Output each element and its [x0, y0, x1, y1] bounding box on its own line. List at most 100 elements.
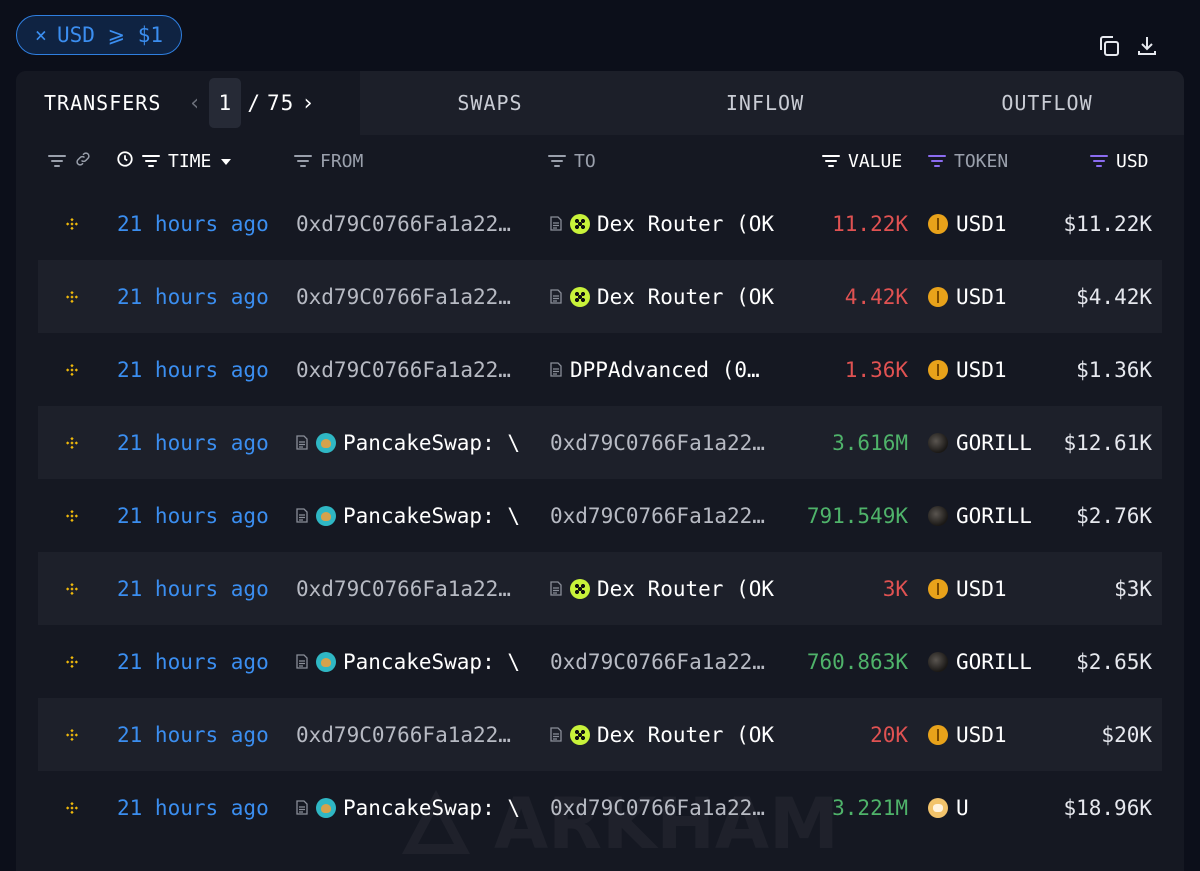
- bnb-chain-icon: [62, 260, 82, 333]
- sort-desc-icon[interactable]: [219, 151, 233, 172]
- from-entity[interactable]: PancakeSwap: \: [343, 796, 520, 820]
- token-cell[interactable]: U: [928, 771, 1040, 844]
- to-address[interactable]: 0xd79C0766Fa1a22…: [550, 504, 765, 528]
- to-entity[interactable]: Dex Router (OK: [597, 723, 774, 747]
- transfers-panel: TRANSFERS ‹ 1 / 75 › SWAPS INFLOW OUTFLO…: [16, 71, 1184, 871]
- usd-cell: $3K: [1114, 576, 1152, 601]
- filter-icon[interactable]: [548, 155, 566, 167]
- usd1-token-icon: [928, 286, 948, 307]
- from-address[interactable]: 0xd79C0766Fa1a22…: [296, 358, 511, 382]
- from-address[interactable]: 0xd79C0766Fa1a22…: [296, 723, 511, 747]
- table-row[interactable]: 21 hours ago 0xd79C0766Fa1a22… Dex Router …: [38, 187, 1162, 260]
- table-row[interactable]: 21 hours ago PancakeSwap: \ 0xd79C0766Fa1a…: [38, 771, 1162, 844]
- table-row[interactable]: 21 hours ago 0xd79C0766Fa1a22… Dex Router …: [38, 552, 1162, 625]
- token-cell[interactable]: GORILL: [928, 479, 1040, 552]
- table-row[interactable]: 21 hours ago PancakeSwap: \ 0xd79C0766Fa1a…: [38, 479, 1162, 552]
- from-entity[interactable]: PancakeSwap: \: [343, 504, 520, 528]
- copy-icon[interactable]: [1096, 33, 1122, 59]
- filter-icon[interactable]: [48, 155, 66, 167]
- token-name: GORILL: [956, 430, 1032, 455]
- time-link[interactable]: 21 hours ago: [117, 625, 269, 698]
- gorilla-token-icon: [928, 432, 948, 453]
- time-link[interactable]: 21 hours ago: [117, 406, 269, 479]
- clock-icon: [116, 150, 134, 173]
- time-link[interactable]: 21 hours ago: [117, 552, 269, 625]
- filter-icon[interactable]: [822, 155, 840, 167]
- to-entity[interactable]: Dex Router (OK: [597, 285, 774, 309]
- to-entity[interactable]: Dex Router (OK: [597, 212, 774, 236]
- tab-outflow[interactable]: OUTFLOW: [910, 71, 1184, 135]
- to-entity[interactable]: Dex Router (OK: [597, 577, 774, 601]
- filter-icon[interactable]: [294, 155, 312, 167]
- from-cell: 0xd79C0766Fa1a22…: [296, 552, 528, 625]
- value-cell: 3.616M: [832, 430, 908, 455]
- tab-inflow[interactable]: INFLOW: [620, 71, 910, 135]
- to-address[interactable]: 0xd79C0766Fa1a22…: [550, 431, 765, 455]
- from-entity[interactable]: PancakeSwap: \: [343, 650, 520, 674]
- to-address[interactable]: 0xd79C0766Fa1a22…: [550, 796, 765, 820]
- filter-active-icon[interactable]: [928, 155, 946, 167]
- from-address[interactable]: 0xd79C0766Fa1a22…: [296, 212, 511, 236]
- usd1-token-icon: [928, 578, 948, 599]
- table-row[interactable]: 21 hours ago 0xd79C0766Fa1a22… Dex Router …: [38, 260, 1162, 333]
- token-cell[interactable]: USD1: [928, 333, 1040, 406]
- from-entity[interactable]: PancakeSwap: \: [343, 431, 520, 455]
- tab-transfers[interactable]: TRANSFERS ‹ 1 / 75 ›: [16, 71, 360, 135]
- from-address[interactable]: 0xd79C0766Fa1a22…: [296, 285, 511, 309]
- okx-logo-icon: [570, 213, 590, 234]
- table-row[interactable]: 21 hours ago 0xd79C0766Fa1a22… DPPAdvanced…: [38, 333, 1162, 406]
- contract-icon: [296, 508, 308, 523]
- usd-cell: $2.76K: [1076, 503, 1152, 528]
- contract-icon: [550, 581, 562, 596]
- time-link[interactable]: 21 hours ago: [117, 479, 269, 552]
- chevron-left-icon[interactable]: ‹: [187, 91, 203, 116]
- link-icon[interactable]: [74, 150, 92, 173]
- token-cell[interactable]: USD1: [928, 552, 1040, 625]
- from-cell: PancakeSwap: \: [296, 406, 528, 479]
- time-column-header[interactable]: TIME: [116, 135, 233, 187]
- pancakeswap-logo-icon: [316, 797, 336, 818]
- chevron-right-icon[interactable]: ›: [300, 91, 316, 116]
- table-row[interactable]: 21 hours ago 0xd79C0766Fa1a22… Dex Router …: [38, 698, 1162, 771]
- time-link[interactable]: 21 hours ago: [117, 698, 269, 771]
- value-column-header[interactable]: VALUE: [822, 135, 902, 187]
- token-cell[interactable]: USD1: [928, 187, 1040, 260]
- time-link[interactable]: 21 hours ago: [117, 260, 269, 333]
- from-cell: 0xd79C0766Fa1a22…: [296, 698, 528, 771]
- filter-icon[interactable]: [142, 155, 160, 167]
- token-cell[interactable]: USD1: [928, 698, 1040, 771]
- contract-icon: [550, 216, 562, 231]
- table-row[interactable]: 21 hours ago PancakeSwap: \ 0xd79C0766Fa1a…: [38, 625, 1162, 698]
- token-cell[interactable]: GORILL: [928, 406, 1040, 479]
- from-cell: PancakeSwap: \: [296, 625, 528, 698]
- close-icon[interactable]: ×: [35, 23, 47, 47]
- token-cell[interactable]: USD1: [928, 260, 1040, 333]
- chain-filter-header[interactable]: [48, 135, 92, 187]
- table-header: TIME FROM TO VALUE TOKEN USD: [16, 135, 1184, 187]
- usd-filter-chip[interactable]: × USD ⩾ $1: [16, 15, 182, 55]
- usd-cell: $20K: [1101, 722, 1152, 747]
- token-cell[interactable]: GORILL: [928, 625, 1040, 698]
- time-link[interactable]: 21 hours ago: [117, 333, 269, 406]
- filter-active-icon[interactable]: [1090, 155, 1108, 167]
- contract-icon: [550, 727, 562, 742]
- value-cell: 3K: [882, 576, 908, 601]
- download-icon[interactable]: [1134, 33, 1160, 59]
- to-column-header[interactable]: TO: [548, 135, 596, 187]
- tab-swaps[interactable]: SWAPS: [360, 71, 620, 135]
- from-column-header[interactable]: FROM: [294, 135, 363, 187]
- current-page[interactable]: 1: [209, 78, 242, 128]
- okx-logo-icon: [570, 578, 590, 599]
- okx-logo-icon: [570, 286, 590, 307]
- from-address[interactable]: 0xd79C0766Fa1a22…: [296, 577, 511, 601]
- time-link[interactable]: 21 hours ago: [117, 187, 269, 260]
- time-link[interactable]: 21 hours ago: [117, 771, 269, 844]
- table-row[interactable]: 21 hours ago PancakeSwap: \ 0xd79C0766Fa1a…: [38, 406, 1162, 479]
- to-address[interactable]: 0xd79C0766Fa1a22…: [550, 650, 765, 674]
- to-entity[interactable]: DPPAdvanced (0…: [570, 358, 760, 382]
- token-column-header[interactable]: TOKEN: [928, 135, 1008, 187]
- bnb-chain-icon: [62, 187, 82, 260]
- from-cell: 0xd79C0766Fa1a22…: [296, 260, 528, 333]
- from-cell: PancakeSwap: \: [296, 771, 528, 844]
- usd-column-header[interactable]: USD: [1090, 135, 1149, 187]
